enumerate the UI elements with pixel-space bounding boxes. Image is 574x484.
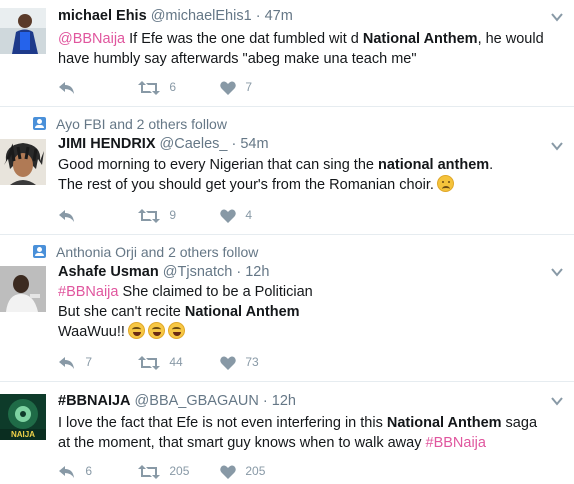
laughing-tears-emoji-icon: [127, 322, 145, 339]
hashtag-link[interactable]: #BBNaija: [426, 435, 486, 451]
tweet-header: michael Ehis @michaelEhis1 · 47m: [58, 6, 544, 26]
separator: ·: [255, 8, 261, 24]
retweet-button[interactable]: 44: [138, 352, 183, 372]
retweet-count: 9: [169, 208, 177, 222]
retweet-button[interactable]: 6: [138, 77, 176, 97]
like-count: 205: [245, 464, 266, 478]
timestamp[interactable]: 54m: [240, 136, 268, 152]
like-count: 4: [245, 208, 253, 222]
like-button[interactable]: 4: [220, 205, 252, 225]
reply-icon: [59, 465, 74, 478]
laughing-tears-emoji-icon: [147, 322, 165, 339]
hashtag-link[interactable]: #BBNaija: [58, 284, 118, 300]
chevron-down-icon[interactable]: [550, 10, 564, 24]
avatar[interactable]: NAIJA: [0, 394, 46, 440]
heart-icon: [220, 209, 236, 223]
reply-icon: [59, 81, 74, 94]
reply-icon: [59, 356, 74, 369]
author-name[interactable]: JIMI HENDRIX: [58, 136, 156, 152]
avatar[interactable]: [0, 266, 46, 312]
author-handle[interactable]: @BBA_GBAGAUN: [135, 393, 259, 409]
author-handle[interactable]: @Tjsnatch: [163, 264, 233, 280]
like-button[interactable]: 73: [220, 352, 259, 372]
text-segment: .: [489, 157, 494, 173]
heart-icon: [220, 465, 236, 479]
avatar-logo-text: NAIJA: [10, 430, 35, 439]
tweet[interactable]: Ayo FBI and 2 others follow JIMI HENDRIX…: [0, 107, 574, 235]
retweet-count: 44: [169, 355, 183, 369]
text-segment: The rest of you should get your's from t…: [58, 177, 434, 193]
laughing-tears-emoji-icon: [167, 322, 185, 339]
tweet-text: I love the fact that Efe is not even int…: [58, 413, 544, 453]
retweet-count: 205: [169, 464, 190, 478]
tweet-feed: michael Ehis @michaelEhis1 · 47m @BBNaij…: [0, 0, 574, 484]
tweet-text: @BBNaija If Efe was the one dat fumbled …: [58, 29, 544, 69]
chevron-down-icon[interactable]: [550, 265, 564, 279]
retweet-icon: [138, 80, 160, 95]
social-context: Anthonia Orji and 2 others follow: [33, 243, 258, 261]
highlighted-term: National Anthem: [362, 31, 478, 47]
social-context-text: Ayo FBI and 2 others follow: [56, 116, 227, 132]
highlighted-term: National Anthem: [184, 304, 300, 320]
reply-button[interactable]: 7: [58, 352, 92, 372]
heart-icon: [220, 356, 236, 370]
tweet[interactable]: michael Ehis @michaelEhis1 · 47m @BBNaij…: [0, 0, 574, 107]
text-segment: I love the fact that Efe is not even int…: [58, 415, 387, 431]
retweet-count: 6: [169, 80, 177, 94]
reply-button[interactable]: [58, 205, 76, 225]
reply-button[interactable]: [58, 77, 76, 97]
timestamp[interactable]: 12h: [272, 393, 296, 409]
like-count: 73: [245, 355, 259, 369]
like-button[interactable]: 7: [220, 77, 252, 97]
author-handle[interactable]: @michaelEhis1: [151, 8, 252, 24]
text-segment: But she can't recite: [58, 304, 185, 320]
like-count: 7: [245, 80, 253, 94]
author-name[interactable]: Ashafe Usman: [58, 264, 159, 280]
retweet-button[interactable]: 9: [138, 205, 176, 225]
sad-face-emoji-icon: [436, 175, 454, 192]
retweet-icon: [138, 208, 160, 223]
author-name[interactable]: michael Ehis: [58, 8, 147, 24]
person-icon: [33, 245, 46, 258]
timestamp[interactable]: 47m: [265, 8, 293, 24]
tweet-header: JIMI HENDRIX @Caeles_ · 54m: [58, 134, 544, 154]
social-context-text: Anthonia Orji and 2 others follow: [56, 244, 259, 260]
tweet-header: #BBNAIJA @BBA_GBAGAUN · 12h: [58, 391, 544, 411]
timestamp[interactable]: 12h: [245, 264, 269, 280]
text-segment: She claimed to be a Politician: [118, 284, 313, 300]
tweet-header: Ashafe Usman @Tjsnatch · 12h: [58, 262, 544, 282]
person-icon: [33, 117, 46, 130]
separator: ·: [231, 136, 237, 152]
tweet-text: #BBNaija She claimed to be a Politician B…: [58, 282, 544, 342]
like-button[interactable]: 205: [220, 461, 265, 481]
retweet-icon: [138, 464, 160, 479]
avatar[interactable]: [0, 8, 46, 54]
separator: ·: [236, 264, 242, 280]
mention-link[interactable]: @BBNaija: [58, 31, 125, 47]
reply-count: 6: [85, 464, 93, 478]
separator: ·: [262, 393, 268, 409]
reply-count: 7: [85, 355, 93, 369]
highlighted-term: national anthem: [377, 157, 490, 173]
text-segment: Good morning to every Nigerian that can …: [58, 157, 378, 173]
chevron-down-icon[interactable]: [550, 139, 564, 153]
social-context: Ayo FBI and 2 others follow: [33, 115, 227, 133]
author-name[interactable]: #BBNAIJA: [58, 393, 131, 409]
text-segment: If Efe was the one dat fumbled wit d: [125, 31, 363, 47]
tweet[interactable]: NAIJA #BBNAIJA @BBA_GBAGAUN · 12h I love…: [0, 382, 574, 484]
avatar[interactable]: [0, 139, 46, 185]
heart-icon: [220, 81, 236, 95]
retweet-button[interactable]: 205: [138, 461, 189, 481]
text-segment: WaaWuu!!: [58, 324, 125, 340]
tweet[interactable]: Anthonia Orji and 2 others follow Ashafe…: [0, 235, 574, 382]
highlighted-term: National Anthem: [386, 415, 502, 431]
tweet-text: Good morning to every Nigerian that can …: [58, 155, 544, 195]
author-handle[interactable]: @Caeles_: [160, 136, 228, 152]
reply-icon: [59, 209, 74, 222]
retweet-icon: [138, 355, 160, 370]
reply-button[interactable]: 6: [58, 461, 92, 481]
chevron-down-icon[interactable]: [550, 394, 564, 408]
